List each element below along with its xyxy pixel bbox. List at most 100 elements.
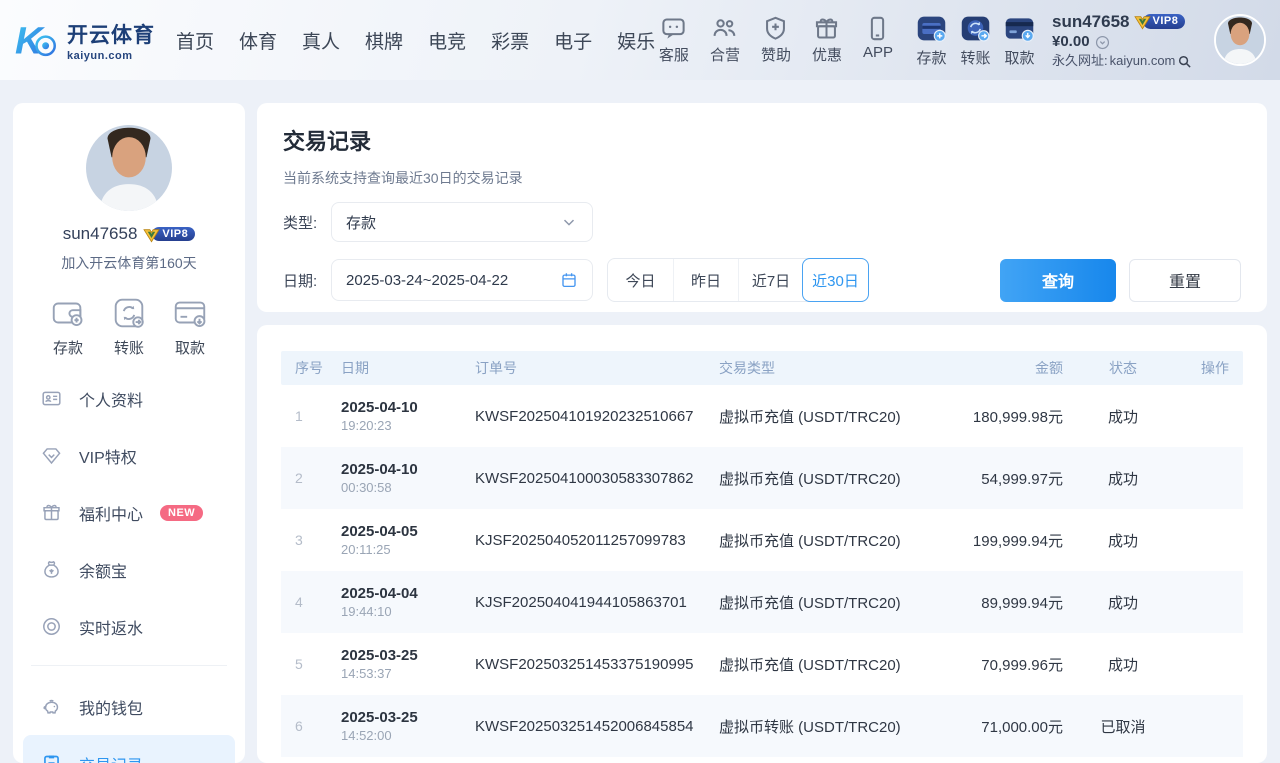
type-select[interactable]: 存款 (331, 202, 593, 242)
cell-date: 2025-04-1019:20:23 (341, 399, 475, 433)
service-label: 客服 (659, 44, 689, 65)
sponsor-label: 赞助 (761, 44, 791, 65)
filters-card: 交易记录 当前系统支持查询最近30日的交易记录 类型: 存款 日期: 2025-… (257, 103, 1267, 312)
cell-date-day: 2025-03-25 (341, 647, 475, 664)
quick-filter-近7日[interactable]: 近7日 (738, 259, 803, 301)
cell-amount: 71,000.00元 (913, 716, 1063, 737)
vip-badge: VIP8 (1134, 14, 1186, 30)
calendar-icon[interactable] (560, 271, 578, 289)
sidebar-item-records[interactable]: 交易记录 (23, 735, 235, 763)
cell-date-time: 00:30:58 (341, 480, 475, 495)
user-info: sun47658 VIP8 ¥0.00 永久网址: kaiyun.com (1052, 11, 1204, 69)
sidebar-item-welfare[interactable]: 福利中心NEW (23, 484, 235, 541)
deposit-button[interactable]: 存款 (915, 12, 948, 68)
permanent-url-label: 永久网址: (1052, 53, 1108, 69)
cell-amount: 70,999.96元 (913, 654, 1063, 675)
profile-label: 个人资料 (79, 387, 143, 411)
promo-button[interactable]: 优惠 (812, 15, 842, 65)
sidebar-item-profile[interactable]: 个人资料 (23, 370, 235, 427)
records-label: 交易记录 (79, 752, 143, 763)
brand-logo[interactable]: K 开云体育 kaiyun.com (14, 17, 162, 63)
cell-date-day: 2025-03-25 (341, 709, 475, 726)
sidebar-item-vip[interactable]: VIP特权 (23, 427, 235, 484)
sidebar-transfer-button[interactable]: 转账 (110, 294, 148, 358)
app-label: APP (863, 44, 893, 61)
cell-no: 6 (295, 718, 341, 734)
cell-status: 成功 (1063, 406, 1183, 427)
cell-date-day: 2025-04-04 (341, 585, 475, 602)
withdraw-button[interactable]: 取款 (1003, 12, 1036, 68)
page-subtitle: 当前系统支持查询最近30日的交易记录 (283, 168, 1241, 188)
nav-item-sports[interactable]: 体育 (239, 27, 277, 54)
partner-button[interactable]: 合营 (710, 15, 740, 65)
topbar: K 开云体育 kaiyun.com 首页体育真人棋牌电竞彩票电子娱乐 客服合营赞… (0, 0, 1280, 80)
vip-v-icon (143, 228, 160, 243)
query-button[interactable]: 查询 (1000, 259, 1116, 302)
transfer-button[interactable]: 转账 (959, 12, 992, 68)
nav-item-esports[interactable]: 电竞 (428, 27, 466, 54)
partners-icon (711, 15, 738, 42)
transfer-outline-icon (110, 294, 148, 332)
cell-type: 虚拟币转账 (USDT/TRC20) (719, 716, 913, 737)
sidebar-quick-actions: 存款 转账取款 (23, 294, 235, 358)
gem-icon (41, 445, 62, 466)
sponsor-button[interactable]: 赞助 (761, 15, 791, 65)
app-button[interactable]: APP (863, 15, 893, 65)
cell-status: 成功 (1063, 592, 1183, 613)
service-button[interactable]: 客服 (659, 15, 689, 65)
promo-label: 优惠 (812, 44, 842, 65)
sidebar-item-yuebao[interactable]: 余额宝 (23, 541, 235, 598)
cell-order-no: KJSF202504041944105863701 (475, 594, 719, 611)
cell-order-no: KWSF202504101920232510667 (475, 408, 719, 425)
card-outline-icon (171, 294, 209, 332)
date-range-value: 2025-03-24~2025-04-22 (346, 272, 508, 289)
cell-no: 1 (295, 408, 341, 424)
date-quick-filters: 今日昨日近7日近30日 (607, 258, 869, 302)
rebate-icon (41, 616, 62, 637)
deposit-label: 存款 (53, 337, 83, 358)
avatar[interactable] (1214, 14, 1266, 66)
type-label: 类型: (283, 212, 331, 233)
table-body: 12025-04-1019:20:23KWSF20250410192023251… (281, 385, 1243, 757)
cell-status: 成功 (1063, 468, 1183, 489)
wallet-label: 我的钱包 (79, 695, 143, 719)
cell-date-time: 19:20:23 (341, 418, 475, 433)
table-row: 42025-04-0419:44:10KJSF20250404194410586… (281, 571, 1243, 633)
yuebao-label: 余额宝 (79, 558, 127, 582)
sidebar-menu: 个人资料 VIP特权福利中心NEW 余额宝实时返水 (23, 370, 235, 655)
nav-item-entertainment[interactable]: 娱乐 (617, 27, 655, 54)
records-icon (41, 753, 62, 763)
date-range-input[interactable]: 2025-03-24~2025-04-22 (331, 259, 593, 301)
search-icon[interactable] (1177, 54, 1192, 69)
cell-status: 成功 (1063, 530, 1183, 551)
cell-amount: 89,999.94元 (913, 592, 1063, 613)
quick-filter-今日[interactable]: 今日 (608, 259, 673, 301)
nav-item-chess[interactable]: 棋牌 (365, 27, 403, 54)
nav-item-live[interactable]: 真人 (302, 27, 340, 54)
cell-date-time: 14:53:37 (341, 666, 475, 681)
main-area: 交易记录 当前系统支持查询最近30日的交易记录 类型: 存款 日期: 2025-… (257, 103, 1267, 763)
quick-filter-昨日[interactable]: 昨日 (673, 259, 738, 301)
quick-filter-近30日[interactable]: 近30日 (802, 258, 869, 302)
sidebar-withdraw-button[interactable]: 取款 (171, 294, 209, 358)
partner-label: 合营 (710, 44, 740, 65)
balance-dropdown-icon[interactable] (1095, 35, 1110, 50)
cell-amount: 180,999.98元 (913, 406, 1063, 427)
cell-no: 2 (295, 470, 341, 486)
type-selected-value: 存款 (346, 212, 376, 233)
table-row: 12025-04-1019:20:23KWSF20250410192023251… (281, 385, 1243, 447)
wallet-icon-group: 存款转账取款 (915, 12, 1036, 68)
cell-date-time: 20:11:25 (341, 542, 475, 557)
withdraw-label: 取款 (1004, 47, 1034, 68)
withdraw-label: 取款 (175, 337, 205, 358)
nav-item-slots[interactable]: 电子 (554, 27, 592, 54)
sidebar-item-rebate[interactable]: 实时返水 (23, 598, 235, 655)
sidebar-divider (31, 665, 227, 666)
cell-no: 5 (295, 656, 341, 672)
sidebar-deposit-button[interactable]: 存款 (49, 294, 87, 358)
reset-button[interactable]: 重置 (1129, 259, 1241, 302)
nav-item-home[interactable]: 首页 (176, 27, 214, 54)
sidebar-item-wallet[interactable]: 我的钱包 (23, 678, 235, 735)
transfer-icon (959, 12, 992, 45)
nav-item-lottery[interactable]: 彩票 (491, 27, 529, 54)
